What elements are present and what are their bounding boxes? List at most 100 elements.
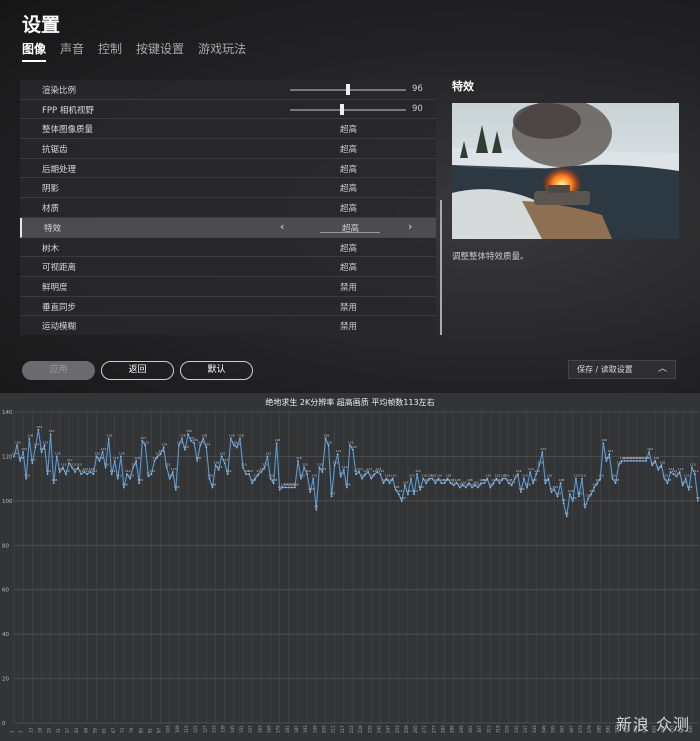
x-tick-label: 121 (193, 725, 198, 733)
setting-row[interactable]: 抗锯齿 超高 (20, 139, 436, 159)
setting-row[interactable]: 阴影 超高 (20, 178, 436, 199)
data-label: 108 (272, 478, 278, 482)
data-label: 110 (522, 474, 528, 478)
setting-row[interactable]: 渲染比例 96 (20, 80, 436, 100)
data-label: 102 (577, 491, 583, 495)
save-load-dropdown[interactable]: 保存 / 读取设置 ︿ (568, 360, 676, 379)
setting-row[interactable]: 特效 超高 ‹ › (20, 217, 436, 238)
setting-label: 整体图像质量 (42, 125, 94, 136)
data-label: 108 (137, 478, 143, 482)
data-point (177, 444, 180, 447)
data-point (327, 444, 330, 447)
slider-handle[interactable] (345, 84, 350, 95)
data-label: 110 (299, 474, 305, 478)
data-point (590, 493, 593, 496)
data-point (660, 464, 663, 467)
data-label: 105 (552, 485, 558, 489)
data-point (13, 455, 15, 458)
x-tick-label: 337 (523, 725, 528, 733)
setting-row[interactable]: 树木 超高 (20, 237, 436, 258)
y-tick-label: 60 (2, 588, 9, 594)
data-point (74, 471, 76, 473)
tab-control[interactable]: 控制 (98, 40, 122, 62)
setting-row[interactable]: 垂直同步 禁用 (20, 296, 436, 317)
data-point (309, 491, 312, 493)
data-label: 126 (601, 438, 607, 442)
data-point (593, 486, 596, 489)
x-tick-label: 265 (413, 725, 418, 733)
save-load-label: 保存 / 读取设置 (577, 365, 633, 374)
setting-slider[interactable] (290, 84, 406, 95)
chevron-left-icon[interactable]: ‹ (280, 220, 284, 233)
data-point (266, 455, 269, 458)
x-tick-label: 13 (28, 727, 33, 733)
setting-row[interactable]: 运动模糊 禁用 (20, 316, 436, 335)
back-button[interactable]: 返回 (101, 361, 174, 380)
settings-scrollbar[interactable] (440, 200, 442, 335)
x-tick-label: 283 (441, 725, 446, 733)
setting-slider[interactable] (290, 103, 406, 115)
data-point (608, 453, 611, 456)
chevron-right-icon[interactable]: › (408, 220, 412, 233)
x-tick-label: 223 (349, 725, 354, 733)
x-tick-label: 217 (340, 725, 345, 733)
data-point (571, 499, 574, 502)
setting-label: 渲染比例 (42, 86, 77, 96)
tab-sound[interactable]: 声音 (60, 40, 84, 62)
setting-row[interactable]: 材质 超高 (20, 198, 436, 218)
data-point (315, 508, 318, 511)
data-point (428, 477, 431, 480)
data-label: 124 (204, 443, 210, 447)
tab-graphics[interactable]: 图像 (22, 40, 47, 62)
x-tick-label: 319 (496, 725, 501, 733)
setting-row[interactable]: 后期处理 超高 (20, 158, 436, 179)
default-button[interactable]: 默认 (180, 361, 253, 380)
data-point (19, 459, 22, 462)
setting-row[interactable]: 鲜明度 禁用 (20, 276, 436, 297)
tab-gameplay[interactable]: 游戏玩法 (198, 40, 246, 62)
data-point (648, 451, 651, 453)
data-point (617, 464, 620, 467)
data-label: 105 (394, 485, 400, 489)
setting-row[interactable]: 可视距离 超高 (20, 257, 436, 277)
data-point (626, 459, 629, 462)
data-point (239, 437, 241, 440)
setting-row[interactable]: 整体图像质量 超高 (20, 119, 436, 140)
data-point (568, 493, 571, 496)
data-label: 96 (314, 505, 318, 509)
x-tick-label: 349 (541, 725, 546, 733)
tab-keybindings[interactable]: 按键设置 (136, 40, 184, 62)
x-tick-label: 199 (312, 725, 317, 733)
slider-handle[interactable] (339, 103, 344, 115)
setting-value: 超高 (340, 263, 358, 274)
data-label: 132 (36, 425, 42, 429)
data-label: 125 (143, 440, 149, 444)
x-tick-label: 277 (431, 725, 436, 733)
data-label: 110 (385, 474, 391, 478)
data-point (284, 486, 287, 489)
data-point (684, 477, 687, 480)
data-label: 110 (24, 474, 30, 478)
data-label: 100 (696, 496, 700, 500)
data-point (22, 451, 25, 453)
x-tick-label: 181 (285, 725, 290, 733)
data-label: 118 (18, 456, 24, 460)
data-point (477, 486, 480, 489)
data-point (559, 482, 562, 484)
data-point (245, 473, 247, 476)
setting-label: 材质 (42, 204, 60, 215)
data-label: 97 (583, 503, 587, 507)
data-label: 115 (317, 463, 323, 467)
data-point (330, 495, 333, 498)
data-label: 93 (565, 511, 569, 515)
setting-row[interactable]: FPP 相机视野 90 (20, 99, 436, 120)
data-label: 110 (494, 474, 500, 478)
data-label: 110 (662, 474, 668, 478)
setting-label: 鲜明度 (42, 282, 68, 293)
apply-button[interactable]: 应用 (22, 361, 95, 380)
data-label: 118 (653, 456, 659, 460)
data-label: 118 (296, 456, 302, 460)
data-point (196, 459, 199, 462)
option-indicator (320, 231, 380, 233)
data-point (119, 455, 122, 458)
